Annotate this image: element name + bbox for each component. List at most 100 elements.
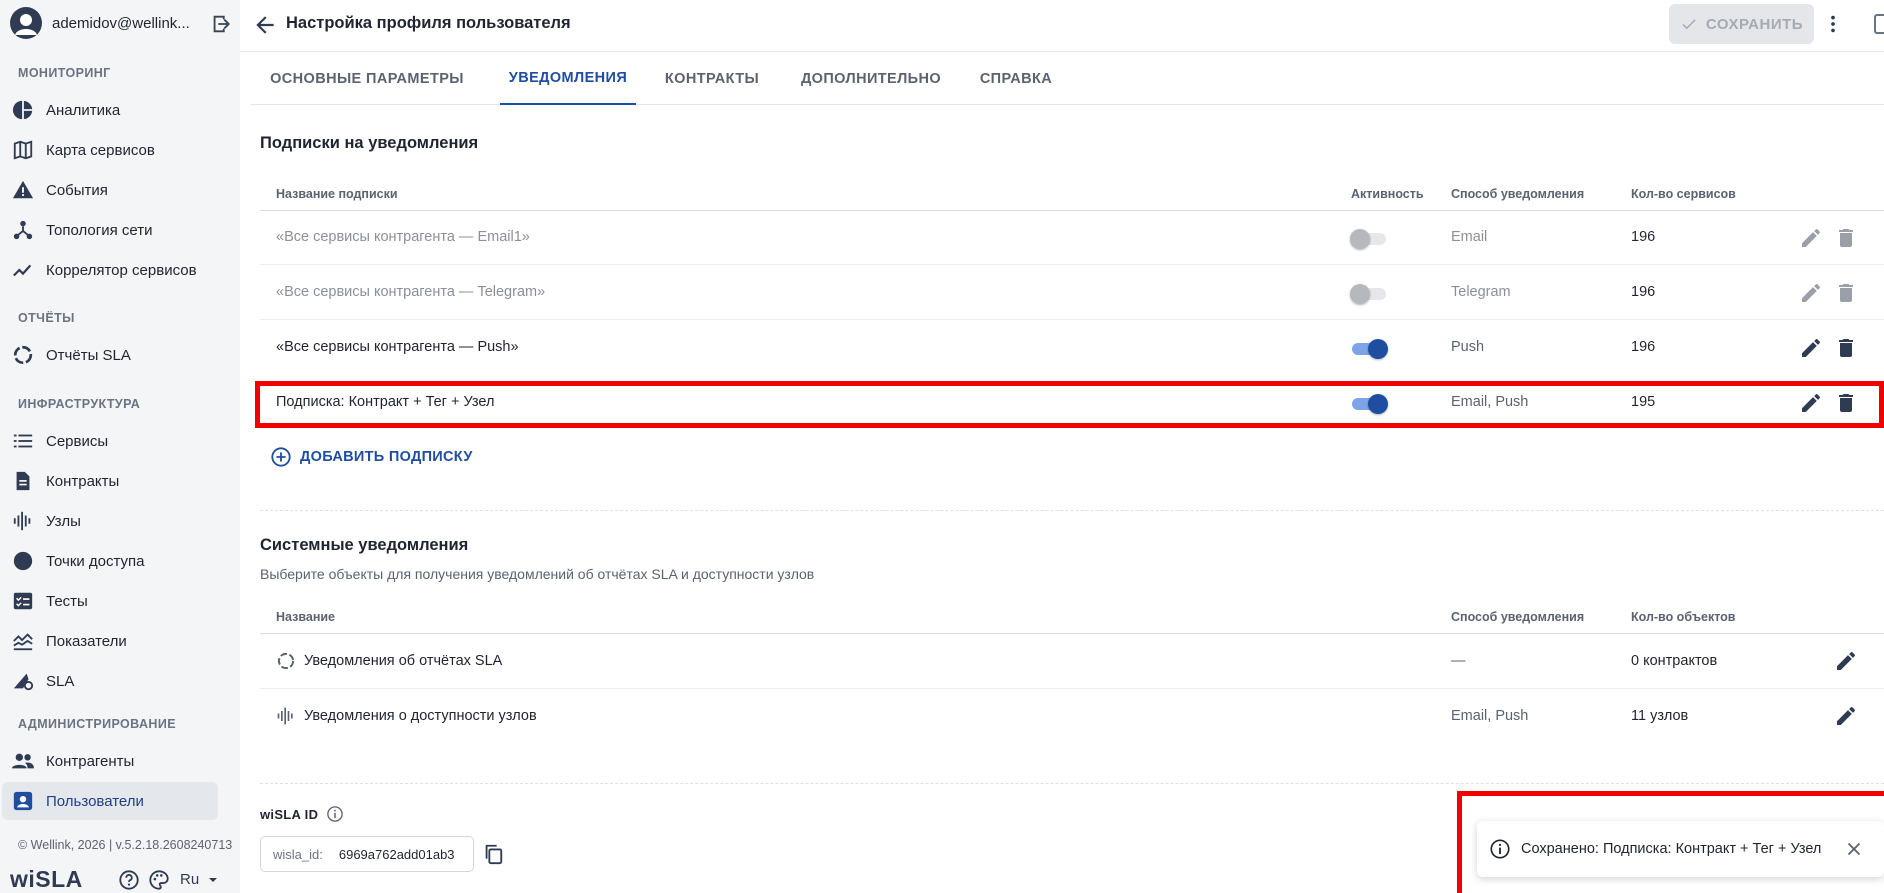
avatar[interactable] xyxy=(10,7,42,39)
edit-icon[interactable] xyxy=(1799,281,1823,305)
more-vert-icon[interactable] xyxy=(1822,12,1844,36)
delete-icon[interactable] xyxy=(1834,226,1858,250)
tab-additional[interactable]: ДОПОЛНИТЕЛЬНО xyxy=(790,52,952,105)
table-header-divider xyxy=(260,633,1884,634)
wisla-id-field[interactable]: wisla_id: 6969a762add01ab3 xyxy=(260,836,474,872)
sidebar-item-label: Сервисы xyxy=(46,432,109,450)
sidebar-item-label: Контракты xyxy=(46,472,120,490)
sidebar-item-label: Топология сети xyxy=(46,221,153,239)
section-title-monitoring: МОНИТОРИНГ xyxy=(18,66,111,80)
user-badge-icon xyxy=(13,791,33,811)
sidebar-item-contracts[interactable]: Контракты xyxy=(2,462,218,500)
tab-help[interactable]: СПРАВКА xyxy=(970,52,1062,105)
user-row[interactable]: ademidov@wellink... xyxy=(10,6,232,40)
nodes-icon xyxy=(13,511,31,531)
language-select[interactable]: Ru xyxy=(180,871,221,888)
tabs: ОСНОВНЫЕ ПАРАМЕТРЫ УВЕДОМЛЕНИЯ КОНТРАКТЫ… xyxy=(250,52,1884,105)
system-notification-method: Email, Push xyxy=(1451,708,1529,724)
info-icon[interactable] xyxy=(326,805,344,823)
user-email: ademidov@wellink... xyxy=(52,14,190,32)
people-icon xyxy=(12,753,34,769)
system-notification-count: 0 контрактов xyxy=(1631,653,1718,669)
delete-icon[interactable] xyxy=(1834,281,1858,305)
progress-circle-icon xyxy=(277,652,295,670)
sidebar-item-metrics[interactable]: Показатели xyxy=(2,622,218,660)
warning-icon xyxy=(12,180,34,199)
close-icon[interactable] xyxy=(1843,838,1865,860)
row-divider xyxy=(260,688,1884,689)
tab-contracts[interactable]: КОНТРАКТЫ xyxy=(650,52,774,105)
system-notification-name: Уведомления о доступности узлов xyxy=(304,708,537,724)
palette-icon[interactable] xyxy=(148,869,170,891)
sidebar-item-label: События xyxy=(46,181,108,199)
sidebar-item-counterparties[interactable]: Контрагенты xyxy=(2,742,218,780)
sidebar-item-service-map[interactable]: Карта сервисов xyxy=(2,131,218,169)
subscription-toggle[interactable] xyxy=(1350,283,1390,304)
subscription-count: 196 xyxy=(1631,229,1656,245)
sidebar-item-label: Контрагенты xyxy=(46,752,135,770)
sidebar-item-events[interactable]: События xyxy=(2,171,218,209)
nodes-icon xyxy=(277,707,293,725)
arrow-back-icon[interactable] xyxy=(252,12,278,38)
subscription-count: 196 xyxy=(1631,284,1656,300)
section-title-reports: ОТЧЁТЫ xyxy=(18,311,75,325)
edit-icon[interactable] xyxy=(1834,649,1858,673)
subscription-toggle[interactable] xyxy=(1350,393,1390,414)
column-header-name: Название xyxy=(276,610,336,624)
edit-icon[interactable] xyxy=(1799,391,1823,415)
column-header-active: Активность xyxy=(1351,187,1424,201)
sidebar-item-label: Карта сервисов xyxy=(46,141,155,159)
page-header: Настройка профиля пользователя СОХРАНИТЬ xyxy=(240,0,1884,52)
toast-notification: Сохранено: Подписка: Контракт + Тег + Уз… xyxy=(1477,821,1884,877)
delete-icon[interactable] xyxy=(1834,336,1858,360)
sidebar-item-users[interactable]: Пользователи xyxy=(2,782,218,820)
version-footer: © Wellink, 2026 | v.5.2.18.2608240713 xyxy=(18,838,233,852)
system-notifications-title: Системные уведомления xyxy=(260,536,469,554)
delete-icon[interactable] xyxy=(1834,391,1858,415)
subscription-method: Email xyxy=(1451,229,1488,245)
dot-icon xyxy=(13,551,33,571)
subscription-method: Push xyxy=(1451,339,1485,355)
edit-icon[interactable] xyxy=(1799,226,1823,250)
tab-general[interactable]: ОСНОВНЫЕ ПАРАМЕТРЫ xyxy=(264,52,470,105)
subscription-name: «Все сервисы контрагента — Push» xyxy=(276,339,519,355)
section-title-admin: АДМИНИСТРИРОВАНИЕ xyxy=(18,717,176,731)
sidebar-item-nodes[interactable]: Узлы xyxy=(2,502,218,540)
document-icon xyxy=(16,471,30,491)
user-avatar-icon xyxy=(15,14,37,35)
column-header-method: Способ уведомления xyxy=(1451,610,1585,624)
sidebar-item-sla-reports[interactable]: Отчёты SLA xyxy=(2,336,218,374)
wisla-id-value: 6969a762add01ab3 xyxy=(338,846,455,862)
pie-chart-icon xyxy=(12,100,33,120)
sidebar-item-services[interactable]: Сервисы xyxy=(2,422,218,460)
subscription-toggle[interactable] xyxy=(1350,338,1390,359)
panel-toggle-icon[interactable] xyxy=(1874,14,1884,34)
sidebar-bottom-row: wiSLA Ru xyxy=(10,866,221,893)
copy-icon[interactable] xyxy=(482,843,504,865)
add-subscription-label: ДОБАВИТЬ ПОДПИСКУ xyxy=(300,449,473,465)
sidebar-item-access-points[interactable]: Точки доступа xyxy=(2,542,218,580)
subscription-toggle[interactable] xyxy=(1350,228,1390,249)
page-title: Настройка профиля пользователя xyxy=(286,14,571,32)
sidebar-item-topology[interactable]: Топология сети xyxy=(2,211,218,249)
add-subscription-button[interactable]: ДОБАВИТЬ ПОДПИСКУ xyxy=(270,446,473,468)
info-icon xyxy=(1490,839,1510,859)
edit-icon[interactable] xyxy=(1799,336,1823,360)
sidebar-item-label: Показатели xyxy=(46,632,127,650)
sidebar-item-correlator[interactable]: Коррелятор сервисов xyxy=(2,251,218,289)
save-button[interactable]: СОХРАНИТЬ xyxy=(1669,4,1814,44)
help-icon[interactable] xyxy=(118,869,140,891)
logout-icon[interactable] xyxy=(210,13,232,35)
sidebar-item-sla[interactable]: SLA xyxy=(2,662,218,700)
edit-icon[interactable] xyxy=(1834,704,1858,728)
subscription-name: Подписка: Контракт + Тег + Узел xyxy=(276,394,495,410)
trend-icon xyxy=(13,264,32,277)
sidebar-item-analytics[interactable]: Аналитика xyxy=(2,91,218,129)
wisla-id-label-text: wiSLA ID xyxy=(260,806,319,822)
tab-notifications[interactable]: УВЕДОМЛЕНИЯ xyxy=(500,52,636,105)
subscription-method: Telegram xyxy=(1451,284,1511,300)
logo: wiSLA xyxy=(10,866,83,892)
row-divider xyxy=(260,319,1884,320)
subscription-count: 195 xyxy=(1631,394,1656,410)
sidebar-item-tests[interactable]: Тесты xyxy=(2,582,218,620)
